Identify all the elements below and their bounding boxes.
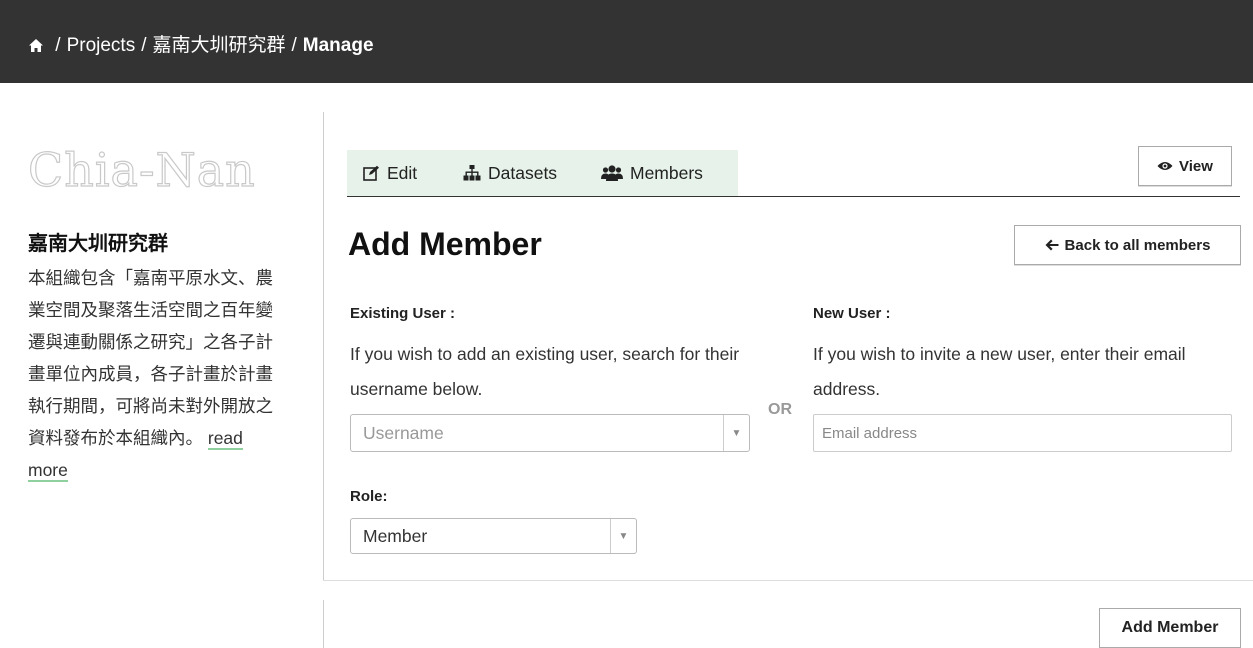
org-description-text: 本組織包含「嘉南平原水文、農業空間及聚落生活空間之百年變遷與連動關係之研究」之各… bbox=[28, 268, 273, 448]
view-button-label: View bbox=[1179, 157, 1213, 175]
tab-edit[interactable]: Edit bbox=[347, 150, 447, 196]
new-user-help: If you wish to invite a new user, enter … bbox=[813, 344, 1186, 399]
username-select[interactable]: Username ▼ bbox=[350, 414, 750, 452]
divider bbox=[323, 600, 324, 648]
email-input[interactable] bbox=[813, 414, 1232, 452]
chevron-down-icon: ▼ bbox=[723, 415, 749, 451]
tab-datasets[interactable]: Datasets bbox=[447, 150, 585, 196]
manage-tabs: Edit Datasets Members bbox=[347, 150, 738, 196]
breadcrumb-separator: / bbox=[55, 35, 61, 56]
existing-user-label: Existing User : bbox=[350, 305, 456, 322]
arrow-left-icon bbox=[1045, 239, 1059, 251]
add-member-button[interactable]: Add Member bbox=[1099, 608, 1241, 648]
tab-members[interactable]: Members bbox=[585, 150, 703, 196]
tab-members-label: Members bbox=[630, 162, 703, 183]
breadcrumb-projects-link[interactable]: Projects bbox=[67, 35, 136, 56]
or-separator: OR bbox=[768, 401, 792, 418]
role-select[interactable]: Member ▼ bbox=[350, 518, 637, 554]
breadcrumb-current: Manage bbox=[302, 35, 374, 56]
sitemap-icon bbox=[463, 165, 481, 181]
role-selected-value: Member bbox=[363, 525, 428, 546]
breadcrumb-separator: / bbox=[141, 35, 147, 56]
back-to-members-button[interactable]: Back to all members bbox=[1014, 225, 1241, 265]
role-label: Role: bbox=[350, 488, 388, 505]
back-button-label: Back to all members bbox=[1064, 236, 1211, 254]
username-placeholder: Username bbox=[363, 422, 444, 443]
org-description: 本組織包含「嘉南平原水文、農業空間及聚落生活空間之百年變遷與連動關係之研究」之各… bbox=[28, 262, 278, 486]
org-title: 嘉南大圳研究群 bbox=[28, 233, 168, 255]
breadcrumb-org-link[interactable]: 嘉南大圳研究群 bbox=[152, 35, 285, 56]
divider bbox=[323, 580, 1253, 581]
page-title: Add Member bbox=[348, 226, 542, 262]
breadcrumb-separator: / bbox=[291, 35, 297, 56]
edit-icon bbox=[363, 165, 379, 181]
new-user-label: New User : bbox=[813, 305, 891, 322]
users-icon bbox=[601, 165, 623, 181]
eye-icon bbox=[1157, 162, 1173, 170]
tab-edit-label: Edit bbox=[387, 162, 418, 183]
view-button[interactable]: View bbox=[1138, 146, 1232, 186]
home-icon[interactable] bbox=[28, 38, 44, 53]
tab-datasets-label: Datasets bbox=[488, 162, 558, 183]
org-logo[interactable]: Chia-Nan bbox=[27, 140, 283, 210]
sidebar: Chia-Nan 嘉南大圳研究群 本組織包含「嘉南平原水文、農業空間及聚落生活空… bbox=[27, 140, 283, 486]
breadcrumb: / Projects / 嘉南大圳研究群 / Manage bbox=[28, 30, 374, 57]
divider bbox=[323, 112, 324, 580]
tab-underline bbox=[347, 196, 1240, 197]
existing-user-help: If you wish to add an existing user, sea… bbox=[350, 344, 740, 399]
top-bar: / Projects / 嘉南大圳研究群 / Manage bbox=[0, 0, 1253, 83]
chevron-down-icon: ▼ bbox=[610, 519, 636, 553]
